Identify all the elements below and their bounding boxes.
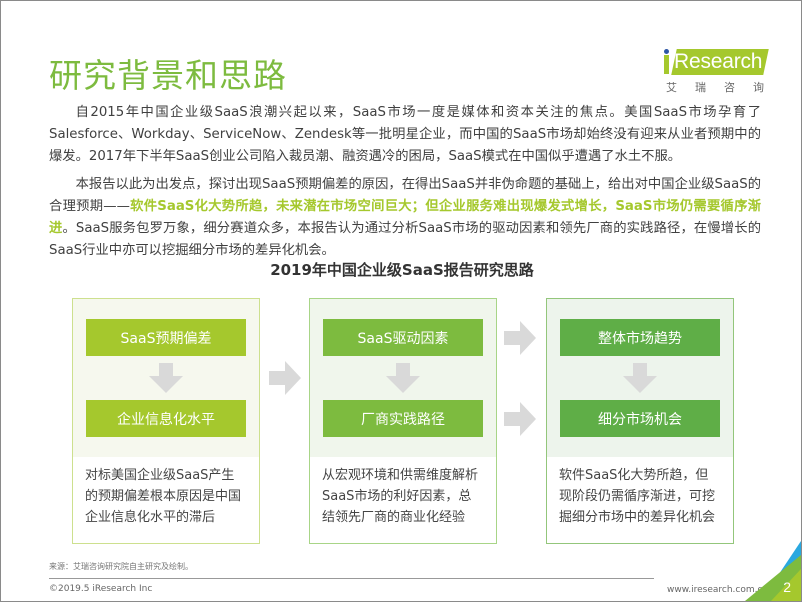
paragraph-2: 本报告以此为出发点，探讨出现SaaS预期偏差的原因，在得出SaaS并非伪命题的基…: [49, 174, 761, 262]
slide: 研究背景和思路 Research 艾瑞咨询 自2015年中国企业级SaaS浪潮兴…: [0, 0, 802, 602]
page-title: 研究背景和思路: [49, 56, 287, 95]
down-arrow-icon: [149, 363, 183, 393]
right-arrow-icon: [504, 402, 536, 436]
logo-i-icon: [664, 55, 669, 74]
panel-drivers: SaaS驱动因素 厂商实践路径: [309, 298, 497, 459]
down-arrow-icon: [623, 363, 657, 393]
copyright: ©2019.5 iResearch Inc: [49, 584, 153, 594]
panel-expectation-gap: SaaS预期偏差 企业信息化水平: [72, 298, 260, 459]
panel-2-description: 从宏观环境和供需维度解析SaaS市场的利好因素，总结领先厂商的商业化经验: [309, 457, 497, 544]
box-vendor-practice: 厂商实践路径: [323, 400, 483, 437]
box-overall-trend: 整体市场趋势: [560, 319, 720, 356]
footer-divider: [49, 578, 654, 579]
down-arrow-icon: [386, 363, 420, 393]
body-text: 自2015年中国企业级SaaS浪潮兴起以来，SaaS市场一度是媒体和资本关注的焦…: [49, 102, 761, 262]
page-number: 2: [783, 579, 791, 595]
logo-dot-icon: [664, 49, 669, 54]
iresearch-logo: Research 艾瑞咨询: [662, 45, 774, 97]
logo-subtitle: 艾瑞咨询: [666, 81, 782, 94]
diagram-title: 2019年中国企业级SaaS报告研究思路: [270, 261, 534, 279]
paragraph-2-rest: 。SaaS服务包罗万象，细分赛道众多，本报告认为通过分析SaaS市场的驱动因素和…: [49, 221, 761, 258]
panel-3-description: 软件SaaS化大势所趋，但现阶段仍需循序渐进，可挖掘细分市场中的差异化机会: [546, 457, 734, 544]
box-segment-opportunity: 细分市场机会: [560, 400, 720, 437]
right-arrow-icon: [504, 321, 536, 355]
paragraph-1: 自2015年中国企业级SaaS浪潮兴起以来，SaaS市场一度是媒体和资本关注的焦…: [49, 105, 761, 164]
box-saas-expectation-gap: SaaS预期偏差: [86, 319, 246, 356]
panel-1-description: 对标美国企业级SaaS产生的预期偏差根本原因是中国企业信息化水平的滞后: [72, 457, 260, 544]
source-note: 来源：艾瑞咨询研究院自主研究及绘制。: [49, 562, 193, 571]
panel-market-outlook: 整体市场趋势 细分市场机会: [546, 298, 734, 459]
box-enterprise-informatization: 企业信息化水平: [86, 400, 246, 437]
logo-brand-text: Research: [674, 50, 763, 73]
box-saas-drivers: SaaS驱动因素: [323, 319, 483, 356]
right-arrow-icon: [269, 361, 301, 395]
